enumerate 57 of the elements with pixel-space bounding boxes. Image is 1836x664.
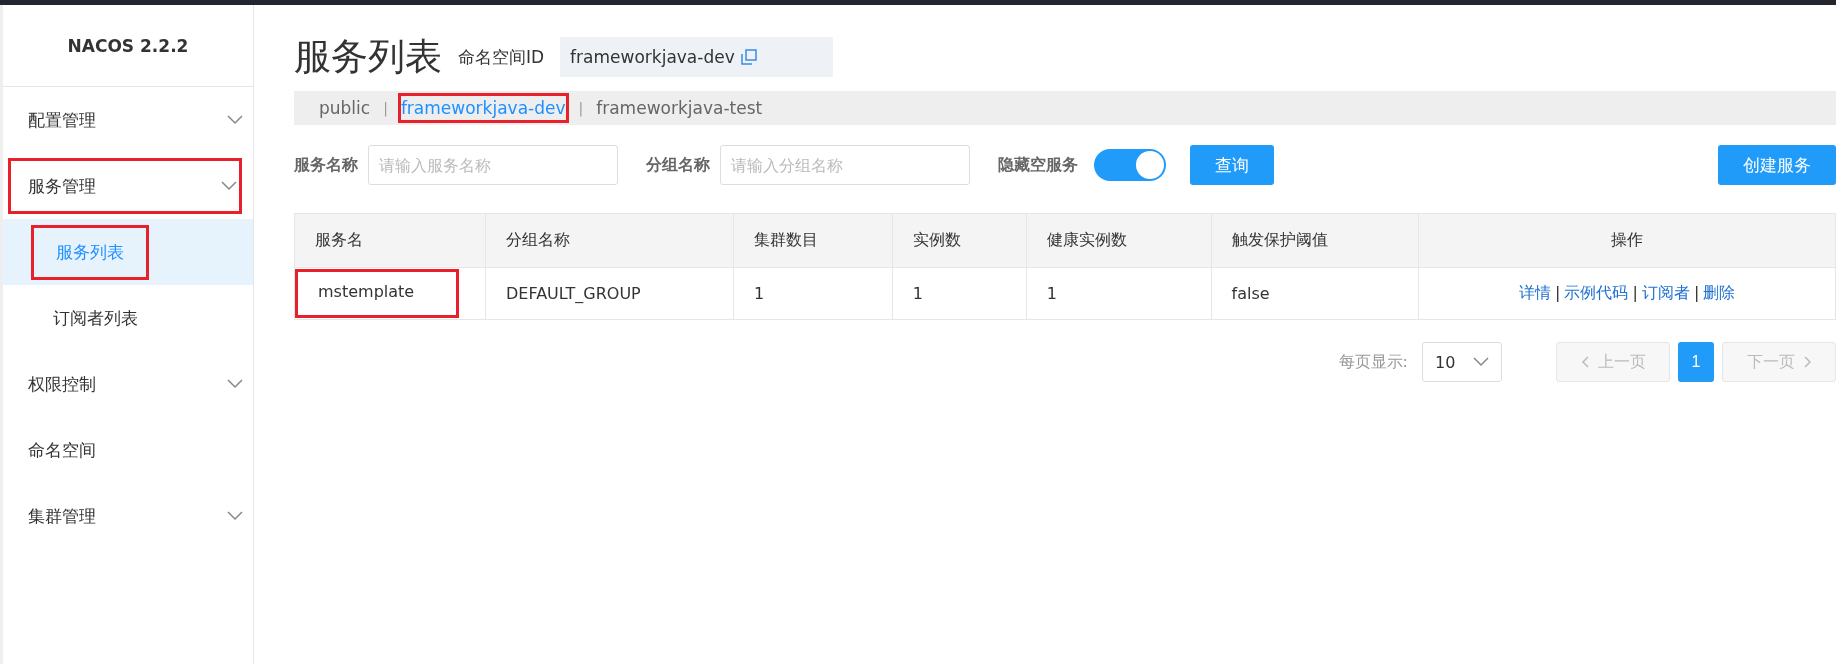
chevron-down-icon [227, 115, 243, 125]
namespace-label: 命名空间ID [458, 45, 545, 69]
sidebar-item[interactable]: 服务管理 [3, 153, 247, 219]
page-title: 服务列表 [294, 34, 442, 80]
namespace-tab[interactable]: frameworkjava-test [593, 93, 766, 123]
chevron-left-icon [1580, 356, 1590, 368]
group-name-field[interactable]: 请输入分组名称 [720, 145, 970, 185]
table-cell: 1 [733, 267, 893, 320]
column-header: 集群数目 [733, 213, 893, 268]
sidebar-item[interactable]: 集群管理 [3, 483, 253, 549]
page-size-select[interactable]: 10 [1422, 342, 1502, 382]
group-name-label: 分组名称 [646, 154, 710, 176]
column-header: 服务名 [294, 213, 486, 268]
chevron-down-icon [227, 511, 243, 521]
separator: | [1555, 283, 1561, 302]
column-header: 操作 [1418, 213, 1836, 268]
chevron-down-icon [221, 181, 237, 191]
table-cell: 1 [1026, 267, 1211, 320]
column-header: 触发保护阈值 [1211, 213, 1419, 268]
chevron-down-icon [1473, 357, 1489, 367]
separator: | [1632, 283, 1638, 302]
table-cell: DEFAULT_GROUP [485, 267, 734, 320]
separator: | [1693, 283, 1700, 302]
sidebar-item[interactable]: 配置管理 [3, 87, 253, 153]
namespace-tab[interactable]: public [316, 93, 374, 123]
namespace-id-field: frameworkjava-dev [560, 37, 834, 77]
column-header: 实例数 [892, 213, 1027, 268]
page-size-label: 每页显示: [1338, 351, 1408, 373]
namespace-tab[interactable]: frameworkjava-dev [397, 93, 569, 123]
query-button[interactable]: 查询 [1190, 145, 1274, 185]
chevron-down-icon [227, 379, 243, 389]
table-cell: 1 [892, 267, 1027, 320]
hide-empty-label: 隐藏空服务 [998, 154, 1078, 176]
table-cell: mstemplate [294, 267, 486, 320]
service-name-label: 服务名称 [294, 154, 358, 176]
page-button[interactable]: 1 [1678, 342, 1714, 382]
sidebar-subitem[interactable]: 订阅者列表 [3, 285, 253, 351]
separator: | [383, 100, 388, 116]
column-header: 健康实例数 [1026, 213, 1211, 268]
copy-icon[interactable] [740, 49, 757, 65]
sidebar-item[interactable]: 命名空间 [3, 417, 253, 483]
separator: | [578, 100, 584, 116]
action-link[interactable]: 订阅者 [1641, 283, 1690, 302]
brand-title: NACOS 2.2.2 [3, 5, 253, 87]
sidebar-item[interactable]: 权限控制 [3, 351, 253, 417]
service-name-field[interactable]: 请输入服务名称 [368, 145, 618, 185]
action-link[interactable]: 示例代码 [1564, 283, 1629, 302]
action-link[interactable]: 删除 [1703, 283, 1736, 302]
sidebar-subitem-label: 服务列表 [31, 224, 149, 280]
table-cell: false [1211, 267, 1419, 320]
create-service-button[interactable]: 创建服务 [1718, 145, 1836, 185]
column-header: 分组名称 [485, 213, 734, 268]
sidebar-subitem-label: 订阅者列表 [53, 306, 138, 330]
action-link[interactable]: 详情 [1519, 283, 1552, 302]
sidebar-subitem[interactable]: 服务列表 [3, 219, 253, 285]
hide-empty-switch[interactable] [1094, 149, 1166, 181]
chevron-right-icon [1802, 356, 1812, 368]
